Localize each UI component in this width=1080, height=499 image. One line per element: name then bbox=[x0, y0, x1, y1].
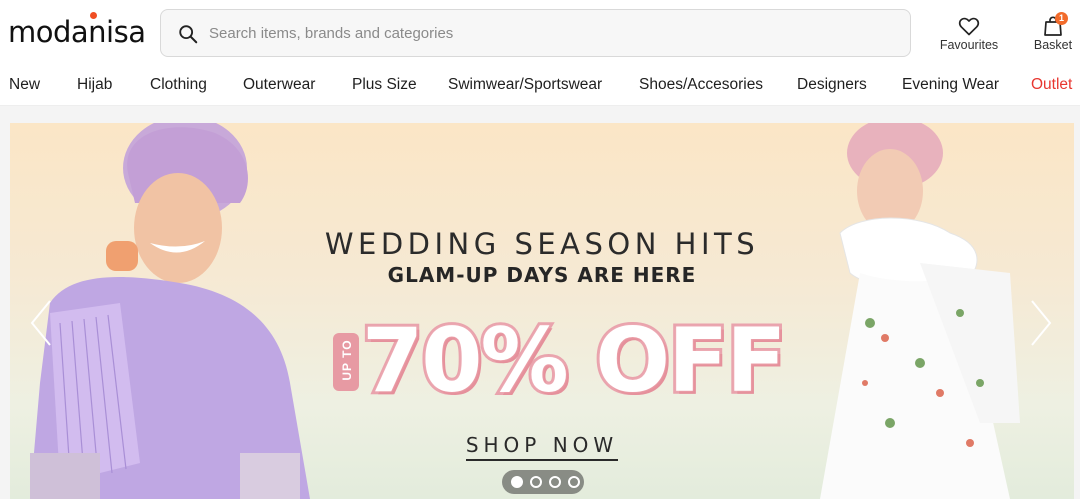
search-icon[interactable] bbox=[177, 23, 199, 45]
search-bar[interactable] bbox=[160, 9, 911, 57]
shop-now-link[interactable]: SHOP NOW bbox=[465, 433, 619, 461]
offer-text: 70% OFF bbox=[359, 306, 789, 415]
carousel-dot-3[interactable] bbox=[549, 476, 561, 488]
nav-item-outerwear[interactable]: Outerwear bbox=[243, 76, 315, 94]
basket-label: Basket bbox=[1033, 38, 1073, 52]
nav-item-shoes-accesories[interactable]: Shoes/Accesories bbox=[639, 76, 763, 94]
logo-accent-dot bbox=[90, 12, 97, 19]
nav-item-clothing[interactable]: Clothing bbox=[150, 76, 207, 94]
chevron-right-icon[interactable] bbox=[1026, 293, 1056, 353]
nav-item-plus-size[interactable]: Plus Size bbox=[352, 76, 417, 94]
search-input[interactable] bbox=[209, 18, 889, 48]
hero-section: WEDDING SEASON HITS GLAM-UP DAYS ARE HER… bbox=[0, 106, 1080, 499]
nav-item-new[interactable]: New bbox=[9, 76, 40, 94]
chevron-left-icon[interactable] bbox=[26, 293, 56, 353]
carousel-dot-1[interactable] bbox=[511, 476, 523, 488]
up-to-tag: UP TO bbox=[333, 333, 359, 391]
nav-item-outlet[interactable]: Outlet bbox=[1031, 76, 1072, 94]
up-to-label: UP TO bbox=[340, 339, 354, 381]
basket-count-badge: 1 bbox=[1055, 12, 1068, 25]
site-header: modanisa Favourites 1 Basket bbox=[0, 0, 1080, 66]
heart-icon bbox=[958, 17, 980, 36]
modanisa-logo[interactable]: modanisa bbox=[8, 12, 146, 52]
favourites-button[interactable]: Favourites bbox=[933, 12, 1005, 58]
hero-banner[interactable]: WEDDING SEASON HITS GLAM-UP DAYS ARE HER… bbox=[10, 123, 1074, 499]
basket-button[interactable]: 1 Basket bbox=[1017, 12, 1080, 58]
banner-subheadline: GLAM-UP DAYS ARE HERE bbox=[387, 263, 697, 287]
nav-item-designers[interactable]: Designers bbox=[797, 76, 867, 94]
shop-now-container: SHOP NOW bbox=[10, 433, 1074, 461]
nav-item-swimwear-sportswear[interactable]: Swimwear/Sportswear bbox=[448, 76, 602, 94]
carousel-pagination bbox=[502, 470, 584, 494]
banner-headline: WEDDING SEASON HITS bbox=[324, 227, 760, 261]
category-nav: New Hijab Clothing Outerwear Plus Size S… bbox=[0, 66, 1080, 106]
nav-item-hijab[interactable]: Hijab bbox=[77, 76, 112, 94]
carousel-dot-2[interactable] bbox=[530, 476, 542, 488]
favourites-label: Favourites bbox=[939, 38, 999, 52]
nav-item-evening-wear[interactable]: Evening Wear bbox=[902, 76, 999, 94]
carousel-dot-4[interactable] bbox=[568, 476, 580, 488]
discount-offer: UP TO 70% OFF bbox=[318, 306, 818, 415]
